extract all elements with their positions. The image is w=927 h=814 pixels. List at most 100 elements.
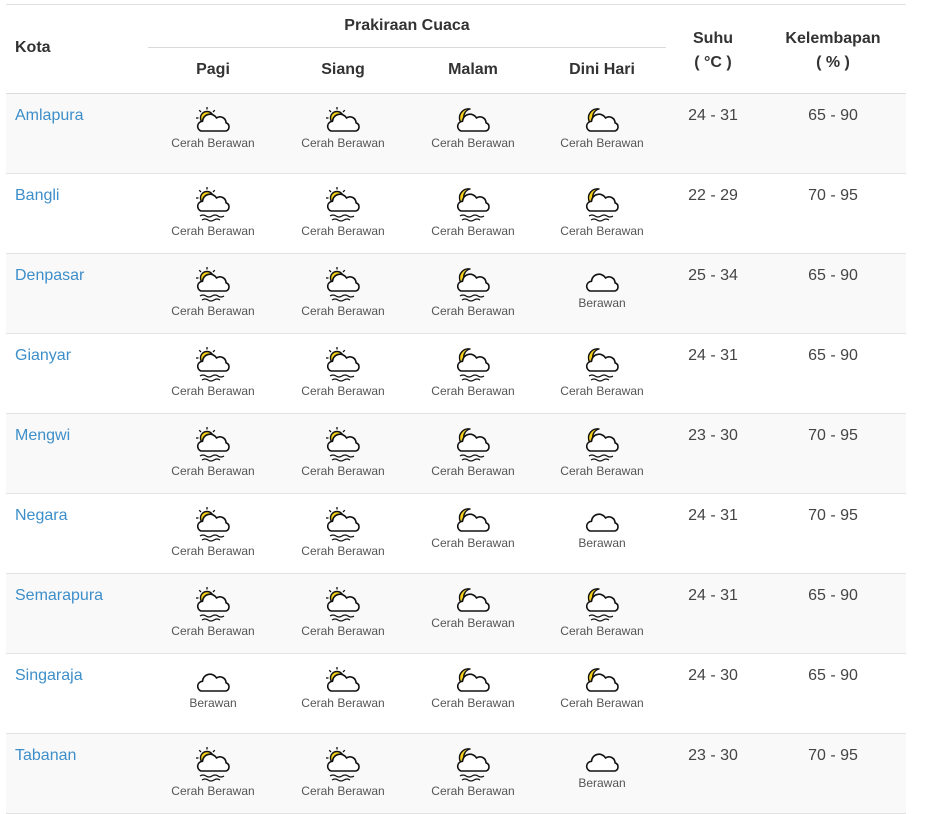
moon-cloud-haze-icon: [408, 265, 538, 303]
forecast-cell: Cerah Berawan: [278, 345, 408, 398]
forecast-label: Cerah Berawan: [301, 696, 385, 710]
forecast-cell: Cerah Berawan: [278, 265, 408, 318]
temperature-range: 25 - 34: [688, 267, 738, 284]
sun-cloud-haze-icon: [278, 585, 408, 623]
forecast-label: Berawan: [189, 696, 237, 710]
forecast-label: Cerah Berawan: [301, 544, 385, 558]
sun-cloud-haze-icon: [148, 185, 278, 223]
forecast-label: Cerah Berawan: [560, 136, 644, 150]
forecast-label: Cerah Berawan: [301, 224, 385, 238]
header-period-malam: Malam: [448, 61, 498, 78]
forecast-label: Berawan: [578, 296, 626, 310]
forecast-cell: Cerah Berawan: [148, 265, 278, 318]
sun-cloud-haze-icon: [148, 585, 278, 623]
forecast-cell: Cerah Berawan: [148, 585, 278, 638]
forecast-label: Cerah Berawan: [560, 464, 644, 478]
moon-cloud-icon: [408, 505, 538, 535]
forecast-label: Berawan: [578, 776, 626, 790]
sun-cloud-haze-icon: [148, 265, 278, 303]
forecast-label: Cerah Berawan: [560, 384, 644, 398]
moon-cloud-icon: [408, 105, 538, 135]
forecast-label: Cerah Berawan: [431, 224, 515, 238]
sun-cloud-haze-icon: [148, 745, 278, 783]
forecast-cell: Cerah Berawan: [148, 345, 278, 398]
humidity-range: 70 - 95: [808, 507, 858, 524]
header-humidity-label: Kelembapan: [785, 30, 881, 47]
header-humidity-unit: ( % ): [816, 54, 850, 71]
forecast-label: Cerah Berawan: [431, 536, 515, 550]
forecast-cell: Cerah Berawan: [148, 745, 278, 798]
humidity-range: 65 - 90: [808, 347, 858, 364]
city-link[interactable]: Negara: [15, 507, 67, 525]
table-row: Denpasar Cerah Berawan Cerah Berawan Cerah …: [6, 254, 906, 334]
table-row: Gianyar Cerah Berawan Cerah Berawan Cerah B…: [6, 334, 906, 414]
forecast-label: Cerah Berawan: [301, 304, 385, 318]
city-link[interactable]: Bangli: [15, 187, 59, 205]
sun-cloud-haze-icon: [278, 745, 408, 783]
table-row: Semarapura Cerah Berawan Cerah Berawan Cera…: [6, 574, 906, 654]
forecast-label: Cerah Berawan: [560, 696, 644, 710]
temperature-range: 24 - 31: [688, 107, 738, 124]
forecast-cell: Cerah Berawan: [148, 185, 278, 238]
forecast-cell: Cerah Berawan: [408, 105, 538, 150]
forecast-label: Cerah Berawan: [301, 384, 385, 398]
table-header: Kota Prakiraan Cuaca Pagi Siang Malam Di…: [6, 4, 906, 94]
temperature-range: 24 - 31: [688, 347, 738, 364]
forecast-cell: Cerah Berawan: [278, 665, 408, 710]
forecast-label: Cerah Berawan: [560, 624, 644, 638]
forecast-label: Cerah Berawan: [171, 464, 255, 478]
sun-cloud-haze-icon: [148, 345, 278, 383]
temperature-range: 23 - 30: [688, 427, 738, 444]
humidity-range: 70 - 95: [808, 187, 858, 204]
temperature-range: 24 - 31: [688, 507, 738, 524]
sun-cloud-icon: [278, 105, 408, 135]
forecast-label: Berawan: [578, 536, 626, 550]
header-city: Kota: [15, 39, 51, 56]
forecast-label: Cerah Berawan: [171, 384, 255, 398]
table-row: Tabanan Cerah Berawan Cerah Berawan Cerah B…: [6, 734, 906, 814]
sun-cloud-icon: [278, 665, 408, 695]
forecast-label: Cerah Berawan: [171, 224, 255, 238]
forecast-cell: Cerah Berawan: [408, 665, 538, 710]
temperature-range: 24 - 31: [688, 587, 738, 604]
forecast-label: Cerah Berawan: [431, 616, 515, 630]
forecast-cell: Cerah Berawan: [278, 105, 408, 150]
temperature-range: 23 - 30: [688, 747, 738, 764]
forecast-label: Cerah Berawan: [431, 384, 515, 398]
forecast-label: Cerah Berawan: [301, 136, 385, 150]
forecast-cell: Cerah Berawan: [408, 265, 538, 318]
city-link[interactable]: Gianyar: [15, 347, 71, 365]
table-body: Amlapura Cerah Berawan Cerah Berawan Cerah …: [6, 94, 906, 814]
sun-cloud-haze-icon: [148, 505, 278, 543]
city-link[interactable]: Singaraja: [15, 667, 83, 685]
forecast-label: Cerah Berawan: [171, 784, 255, 798]
forecast-cell: Cerah Berawan: [148, 425, 278, 478]
header-period-siang: Siang: [321, 61, 365, 78]
temperature-range: 24 - 30: [688, 667, 738, 684]
forecast-cell: Cerah Berawan: [278, 585, 408, 638]
forecast-cell: Cerah Berawan: [278, 745, 408, 798]
city-link[interactable]: Denpasar: [15, 267, 84, 285]
forecast-label: Cerah Berawan: [171, 544, 255, 558]
moon-cloud-haze-icon: [408, 345, 538, 383]
humidity-range: 65 - 90: [808, 587, 858, 604]
table-row: Negara Cerah Berawan Cerah Berawan Cerah Be…: [6, 494, 906, 574]
moon-cloud-haze-icon: [408, 185, 538, 223]
weather-table: Kota Prakiraan Cuaca Pagi Siang Malam Di…: [6, 4, 906, 814]
sun-cloud-haze-icon: [278, 505, 408, 543]
header-forecast-group: Prakiraan Cuaca: [344, 17, 470, 34]
forecast-cell: Cerah Berawan: [408, 345, 538, 398]
humidity-range: 70 - 95: [808, 747, 858, 764]
moon-cloud-haze-icon: [408, 425, 538, 463]
humidity-range: 65 - 90: [808, 267, 858, 284]
city-link[interactable]: Semarapura: [15, 587, 103, 605]
forecast-label: Cerah Berawan: [431, 696, 515, 710]
header-divider: [148, 47, 666, 48]
forecast-label: Cerah Berawan: [431, 784, 515, 798]
header-humidity: Kelembapan ( % ): [768, 27, 898, 75]
city-link[interactable]: Mengwi: [15, 427, 70, 445]
header-temperature-label: Suhu: [693, 30, 733, 47]
city-link[interactable]: Tabanan: [15, 747, 76, 765]
moon-cloud-haze-icon: [408, 745, 538, 783]
city-link[interactable]: Amlapura: [15, 107, 83, 125]
